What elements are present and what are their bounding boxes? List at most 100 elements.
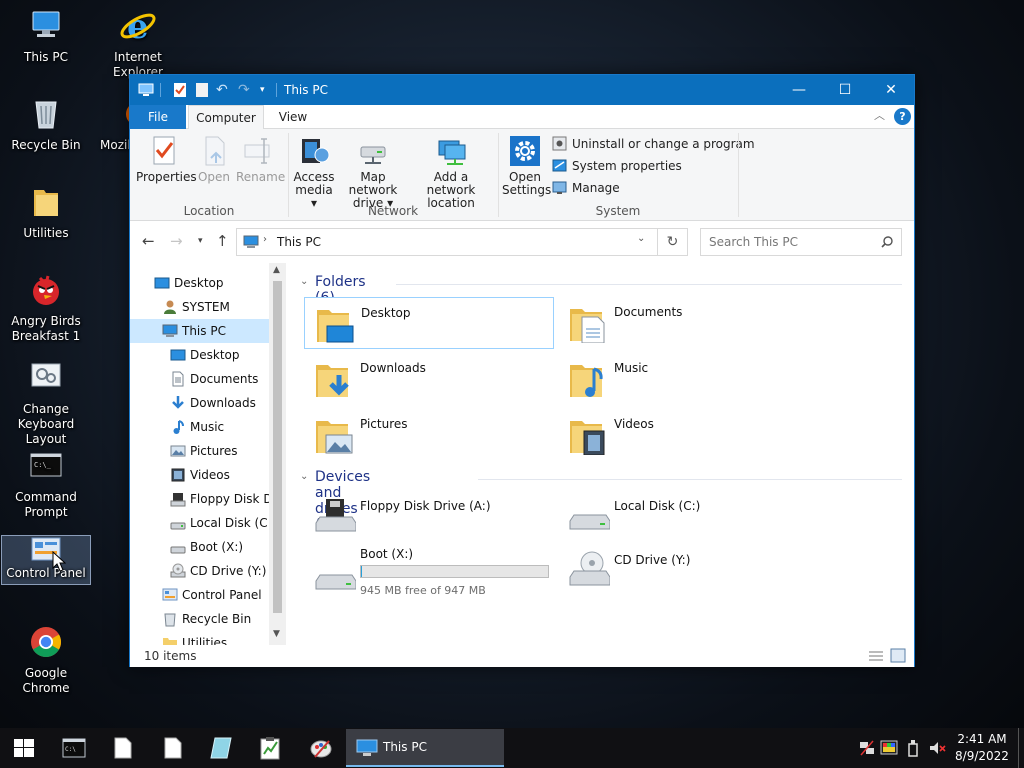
up-button[interactable]: ↑ — [216, 233, 229, 249]
drive-icon — [170, 522, 186, 530]
rename-button[interactable]: Rename — [236, 135, 285, 184]
nav-label: SYSTEM — [182, 300, 230, 314]
minimize-button[interactable]: — — [776, 75, 822, 105]
user-icon — [164, 300, 176, 314]
large-icons-view-icon[interactable] — [890, 648, 906, 663]
taskbar-app-glass[interactable] — [196, 728, 244, 768]
details-view-icon[interactable] — [868, 649, 884, 663]
address-bar[interactable]: › This PC ⌄ — [236, 228, 658, 256]
scroll-down-icon[interactable]: ▼ — [273, 629, 280, 639]
desktop-icon-google-chrome[interactable]: Google Chrome — [0, 622, 92, 696]
tab-file[interactable]: File — [130, 105, 186, 129]
folder-tile-downloads[interactable]: Downloads — [304, 353, 554, 405]
explorer-window: ↶ ↷ ▾ This PC — ☐ ✕ File Computer View ︿… — [129, 74, 915, 667]
back-button[interactable]: ← — [142, 233, 155, 249]
desktop-icon-utilities[interactable]: Utilities — [0, 182, 92, 241]
show-desktop-button[interactable] — [1018, 728, 1024, 768]
folder-tile-desktop[interactable]: Desktop — [304, 297, 554, 349]
volume-muted-icon[interactable] — [928, 739, 946, 757]
usb-device-icon[interactable] — [904, 739, 922, 757]
folder-tile-videos[interactable]: Videos — [558, 409, 808, 461]
rename-icon — [242, 135, 274, 167]
floppy-drive-icon — [315, 499, 356, 532]
search-input[interactable]: Search This PC — [709, 235, 798, 249]
refresh-button[interactable]: ↻ — [658, 228, 688, 256]
internet-explorer-icon: e — [118, 6, 158, 47]
svg-text:C:\: C:\ — [65, 746, 76, 753]
clock[interactable]: 2:41 AM 8/9/2022 — [952, 731, 1012, 765]
drive-tile-floppy[interactable]: Floppy Disk Drive (A:) — [304, 491, 554, 543]
tab-computer[interactable]: Computer — [188, 105, 264, 130]
address-dropdown-icon[interactable]: ⌄ — [637, 233, 645, 244]
system-properties-button[interactable]: System properties — [552, 156, 682, 176]
folder-tile-pictures[interactable]: Pictures — [304, 409, 554, 461]
desktop-icon-command-prompt[interactable]: C:\_ Command Prompt — [0, 446, 92, 520]
properties-button[interactable]: Properties — [136, 135, 197, 184]
control-panel-icon — [162, 588, 178, 601]
recent-locations-icon[interactable]: ▾ — [198, 233, 203, 249]
redo-icon[interactable]: ↷ — [238, 82, 254, 98]
search-box[interactable]: Search This PC — [700, 228, 902, 256]
start-button[interactable] — [0, 728, 48, 768]
collapse-ribbon-icon[interactable]: ︿ — [874, 107, 885, 123]
folder-label: Downloads — [360, 361, 426, 375]
nav-label: Videos — [190, 468, 230, 482]
taskbar-explorer-active[interactable]: This PC — [346, 729, 504, 767]
folder-icon — [163, 638, 177, 645]
network-icon[interactable] — [858, 739, 876, 757]
desktop-icon-this-pc[interactable]: This PC — [0, 6, 92, 65]
new-folder-quick-icon[interactable] — [194, 82, 210, 98]
desktop-icon-change-keyboard-layout[interactable]: Change Keyboard Layout — [0, 358, 92, 447]
map-network-drive-button[interactable]: Map network drive ▾ — [336, 135, 410, 210]
videos-folder-icon — [570, 421, 605, 455]
add-network-location-button[interactable]: Add a network location — [410, 135, 492, 210]
manage-button[interactable]: Manage — [552, 178, 620, 198]
desktop-icon-internet-explorer[interactable]: e Internet Explorer — [92, 6, 184, 80]
scrollbar-thumb[interactable] — [273, 281, 282, 613]
close-button[interactable]: ✕ — [868, 75, 914, 105]
desktop-icon-angry-birds[interactable]: Angry Birds Breakfast 1 — [0, 270, 92, 344]
address-path[interactable]: This PC — [277, 235, 321, 249]
chrome-icon — [26, 622, 66, 662]
scroll-up-icon[interactable]: ▲ — [273, 265, 280, 275]
maximize-button[interactable]: ☐ — [822, 75, 868, 105]
navigation-scrollbar[interactable]: ▲ ▼ — [269, 263, 286, 645]
folder-icon — [26, 182, 66, 222]
uninstall-program-button[interactable]: Uninstall or change a program — [552, 134, 755, 154]
properties-quick-icon[interactable] — [172, 82, 188, 98]
folder-tile-documents[interactable]: Documents — [558, 297, 808, 349]
drive-tile-boot[interactable]: Boot (X:) 945 MB free of 947 MB — [304, 545, 554, 605]
desktop-icon-control-panel[interactable]: Control Panel — [1, 535, 91, 585]
taskbar-command-prompt[interactable]: C:\ — [50, 728, 98, 768]
pictures-icon — [170, 445, 186, 457]
title-bar[interactable]: ↶ ↷ ▾ This PC — ☐ ✕ — [130, 75, 914, 105]
ribbon-separator — [738, 133, 739, 217]
open-settings-button[interactable]: Open Settings — [502, 135, 551, 197]
access-media-button[interactable]: Access media ▾ — [292, 135, 336, 210]
desktop-icon-mozilla[interactable]: Mozil — [92, 94, 132, 153]
taskbar-notepad-2[interactable] — [148, 728, 196, 768]
open-button[interactable]: Open — [194, 135, 234, 184]
help-icon[interactable]: ? — [894, 108, 911, 125]
forward-button[interactable]: → — [170, 233, 183, 249]
desktop-icon-recycle-bin[interactable]: Recycle Bin — [0, 94, 92, 153]
drive-tile-local-disk[interactable]: Local Disk (C:) — [558, 491, 808, 543]
tab-view[interactable]: View — [268, 105, 318, 129]
nav-label: Desktop — [174, 276, 224, 290]
quick-access-dropdown-icon[interactable]: ▾ — [260, 82, 276, 98]
recycle-bin-icon — [164, 613, 176, 627]
taskbar-app-editor[interactable] — [246, 728, 294, 768]
this-pc-icon — [356, 739, 378, 756]
add-location-label-1: Add a network — [426, 170, 476, 197]
nav-label: Pictures — [190, 444, 238, 458]
drive-tile-cd[interactable]: CD Drive (Y:) — [558, 545, 808, 597]
folder-tile-music[interactable]: Music — [558, 353, 808, 405]
display-color-icon[interactable] — [880, 739, 898, 757]
taskbar-notepad-1[interactable] — [98, 728, 146, 768]
open-icon — [198, 135, 230, 167]
documents-icon — [172, 371, 184, 387]
undo-icon[interactable]: ↶ — [216, 82, 232, 98]
group-divider — [478, 479, 902, 480]
taskbar-app-paint[interactable] — [296, 728, 344, 768]
taskbar: C:\ This PC 2:41 AM 8/9/2022 — [0, 728, 1024, 768]
